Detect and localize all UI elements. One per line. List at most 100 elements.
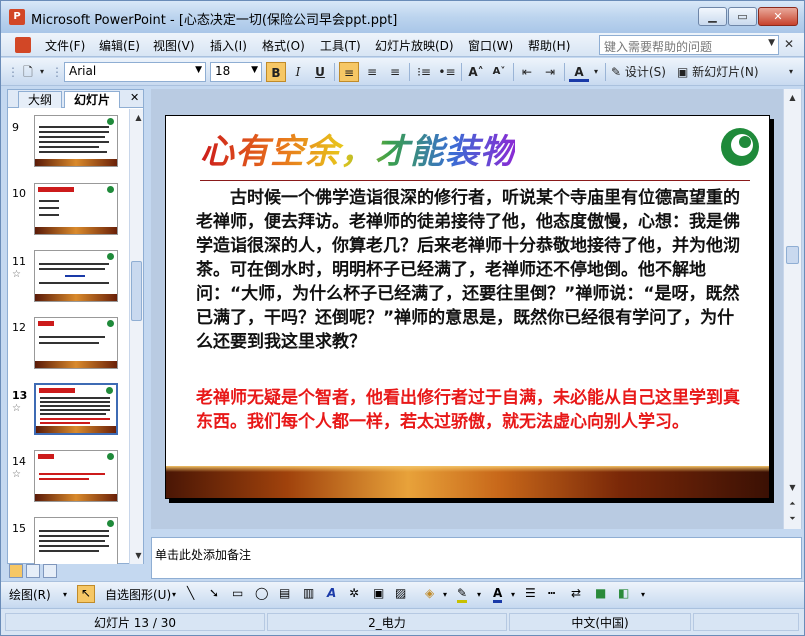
slide-thumbnail-13-selected[interactable] bbox=[34, 383, 118, 435]
previous-slide-icon[interactable]: ⏶ bbox=[786, 497, 799, 510]
maximize-button[interactable]: ▭ bbox=[728, 7, 757, 26]
textbox-tool-icon[interactable]: ▤ bbox=[279, 586, 290, 600]
font-size-select[interactable]: 18 ▼ bbox=[210, 62, 262, 82]
close-document-icon[interactable]: ✕ bbox=[784, 37, 794, 51]
powerpoint-app-icon[interactable]: P bbox=[9, 9, 25, 25]
autoshapes-button[interactable]: 自选图形(U) bbox=[105, 586, 171, 603]
toolbar-options-icon[interactable]: ▾ bbox=[37, 62, 47, 82]
wordart-icon[interactable]: A bbox=[327, 586, 336, 600]
3d-style-icon[interactable]: ◧ bbox=[618, 586, 629, 600]
font-color-icon[interactable]: A bbox=[569, 62, 589, 82]
decrease-font-icon[interactable]: A˅ bbox=[489, 62, 509, 82]
slide-thumbnail-9[interactable] bbox=[34, 115, 118, 167]
numbered-list-icon[interactable]: ⁝≡ bbox=[414, 62, 434, 82]
oval-tool-icon[interactable]: ◯ bbox=[255, 586, 268, 600]
minimize-button[interactable]: ▁ bbox=[698, 7, 727, 26]
slideshow-view-icon[interactable] bbox=[43, 564, 57, 578]
thumb-title bbox=[38, 454, 54, 459]
toolbar-options-icon[interactable]: ▾ bbox=[641, 590, 645, 599]
scrollbar-thumb[interactable] bbox=[131, 261, 142, 321]
new-document-icon[interactable]: 🗋 bbox=[19, 62, 37, 82]
italic-button[interactable]: I bbox=[289, 62, 307, 82]
menu-format[interactable]: 格式(O) bbox=[262, 37, 305, 54]
chevron-down-icon[interactable]: ▾ bbox=[172, 590, 176, 599]
arrow-tool-icon[interactable]: ➘ bbox=[209, 586, 219, 600]
chevron-down-icon[interactable]: ▼ bbox=[251, 65, 258, 75]
chevron-down-icon[interactable]: ▾ bbox=[443, 590, 447, 599]
rectangle-tool-icon[interactable]: ▭ bbox=[232, 586, 243, 600]
draw-menu-button[interactable]: 绘图(R) bbox=[9, 586, 51, 603]
scroll-down-icon[interactable]: ▼ bbox=[132, 549, 145, 562]
underline-button[interactable]: U bbox=[311, 62, 329, 82]
fill-color-icon[interactable]: ◈ bbox=[425, 586, 434, 600]
line-tool-icon[interactable]: ╲ bbox=[187, 586, 194, 600]
current-slide[interactable]: 心有空余，才能装物 古时候一个佛学造诣很深的修行者，听说某个寺庙里有位德高望重的… bbox=[165, 115, 770, 499]
clipart-icon[interactable]: ▣ bbox=[373, 586, 384, 600]
chevron-down-icon[interactable]: ▾ bbox=[63, 590, 67, 599]
shadow-style-icon[interactable]: ■ bbox=[595, 586, 606, 600]
thumb-line bbox=[39, 263, 109, 265]
tab-slides[interactable]: 幻灯片 bbox=[64, 91, 120, 108]
slide-thumbnail-10[interactable] bbox=[34, 183, 118, 235]
menu-edit[interactable]: 编辑(E) bbox=[99, 37, 140, 54]
toolbar-grip-icon[interactable]: ⋮ bbox=[7, 62, 19, 82]
decrease-indent-icon[interactable]: ⇤ bbox=[517, 62, 537, 82]
menu-slideshow[interactable]: 幻灯片放映(D) bbox=[375, 37, 454, 54]
font-name-select[interactable]: Arial ▼ bbox=[64, 62, 206, 82]
scroll-up-icon[interactable]: ▲ bbox=[786, 91, 799, 104]
tab-outline[interactable]: 大纲 bbox=[18, 91, 62, 108]
chevron-down-icon[interactable]: ▾ bbox=[511, 590, 515, 599]
diagram-icon[interactable]: ✲ bbox=[349, 586, 359, 600]
line-color-icon[interactable]: ✎ bbox=[457, 586, 468, 603]
menu-help[interactable]: 帮助(H) bbox=[528, 37, 570, 54]
chevron-down-icon[interactable]: ▾ bbox=[591, 62, 601, 82]
close-pane-icon[interactable]: ✕ bbox=[130, 91, 139, 104]
toolbar-options-icon-2[interactable]: ▾ bbox=[785, 62, 797, 82]
align-right-icon[interactable]: ≡ bbox=[385, 62, 405, 82]
menu-view[interactable]: 视图(V) bbox=[153, 37, 195, 54]
document-icon[interactable] bbox=[15, 37, 31, 53]
thumbnails-scrollbar[interactable]: ▲ ▼ bbox=[129, 109, 143, 564]
vertical-textbox-icon[interactable]: ▥ bbox=[303, 586, 314, 600]
slide-scrollbar[interactable]: ▲ ▼ ⏶ ⏷ bbox=[783, 89, 801, 529]
slide-sorter-view-icon[interactable] bbox=[26, 564, 40, 578]
slide-thumbnail-15[interactable] bbox=[34, 517, 118, 564]
toolbar-grip-icon-2[interactable]: ⋮ bbox=[51, 62, 63, 82]
design-button[interactable]: ✎ 设计(S) bbox=[611, 62, 673, 82]
slide-title[interactable]: 心有空余，才能装物 bbox=[200, 124, 515, 173]
next-slide-icon[interactable]: ⏷ bbox=[786, 512, 799, 525]
line-style-icon[interactable]: ☰ bbox=[525, 586, 536, 600]
normal-view-icon[interactable] bbox=[9, 564, 23, 578]
menu-file[interactable]: 文件(F) bbox=[45, 37, 85, 54]
bullet-list-icon[interactable]: •≡ bbox=[437, 62, 457, 82]
arrow-style-icon[interactable]: ⇄ bbox=[571, 586, 581, 600]
align-left-icon[interactable]: ≡ bbox=[339, 62, 359, 82]
close-window-button[interactable]: ✕ bbox=[758, 7, 798, 26]
increase-font-icon[interactable]: A˄ bbox=[466, 62, 486, 82]
select-pointer-icon[interactable]: ↖ bbox=[77, 585, 95, 603]
slide-thumbnail-11[interactable] bbox=[34, 250, 118, 302]
bold-button[interactable]: B bbox=[266, 62, 286, 82]
notes-placeholder[interactable]: 单击此处添加备注 bbox=[155, 546, 251, 563]
increase-indent-icon[interactable]: ⇥ bbox=[540, 62, 560, 82]
slide-conclusion-text[interactable]: 老禅师无疑是个智者，他看出修行者过于自满，未必能从自己这里学到真东西。我们每个人… bbox=[196, 386, 746, 434]
menu-tools[interactable]: 工具(T) bbox=[320, 37, 361, 54]
slide-body-text[interactable]: 古时候一个佛学造诣很深的修行者，听说某个寺庙里有位德高望重的老禅师，便去拜访。老… bbox=[196, 186, 746, 354]
chevron-down-icon[interactable]: ▼ bbox=[768, 38, 775, 48]
dash-style-icon[interactable]: ┅ bbox=[548, 586, 555, 600]
align-center-icon[interactable]: ≡ bbox=[362, 62, 382, 82]
new-slide-button[interactable]: ▣ 新幻灯片(N) bbox=[677, 62, 767, 82]
help-search-input[interactable]: 键入需要帮助的问题 ▼ bbox=[599, 35, 779, 55]
menu-window[interactable]: 窗口(W) bbox=[468, 37, 513, 54]
picture-icon[interactable]: ▨ bbox=[395, 586, 406, 600]
notes-pane[interactable]: 单击此处添加备注 bbox=[151, 537, 802, 579]
slide-thumbnail-12[interactable] bbox=[34, 317, 118, 369]
chevron-down-icon[interactable]: ▼ bbox=[195, 65, 202, 75]
slide-thumbnail-14[interactable] bbox=[34, 450, 118, 502]
scroll-down-icon[interactable]: ▼ bbox=[786, 481, 799, 494]
font-color-icon[interactable]: A bbox=[493, 586, 503, 603]
scrollbar-thumb[interactable] bbox=[786, 246, 799, 264]
menu-insert[interactable]: 插入(I) bbox=[210, 37, 247, 54]
scroll-up-icon[interactable]: ▲ bbox=[132, 111, 145, 124]
chevron-down-icon[interactable]: ▾ bbox=[477, 590, 481, 599]
